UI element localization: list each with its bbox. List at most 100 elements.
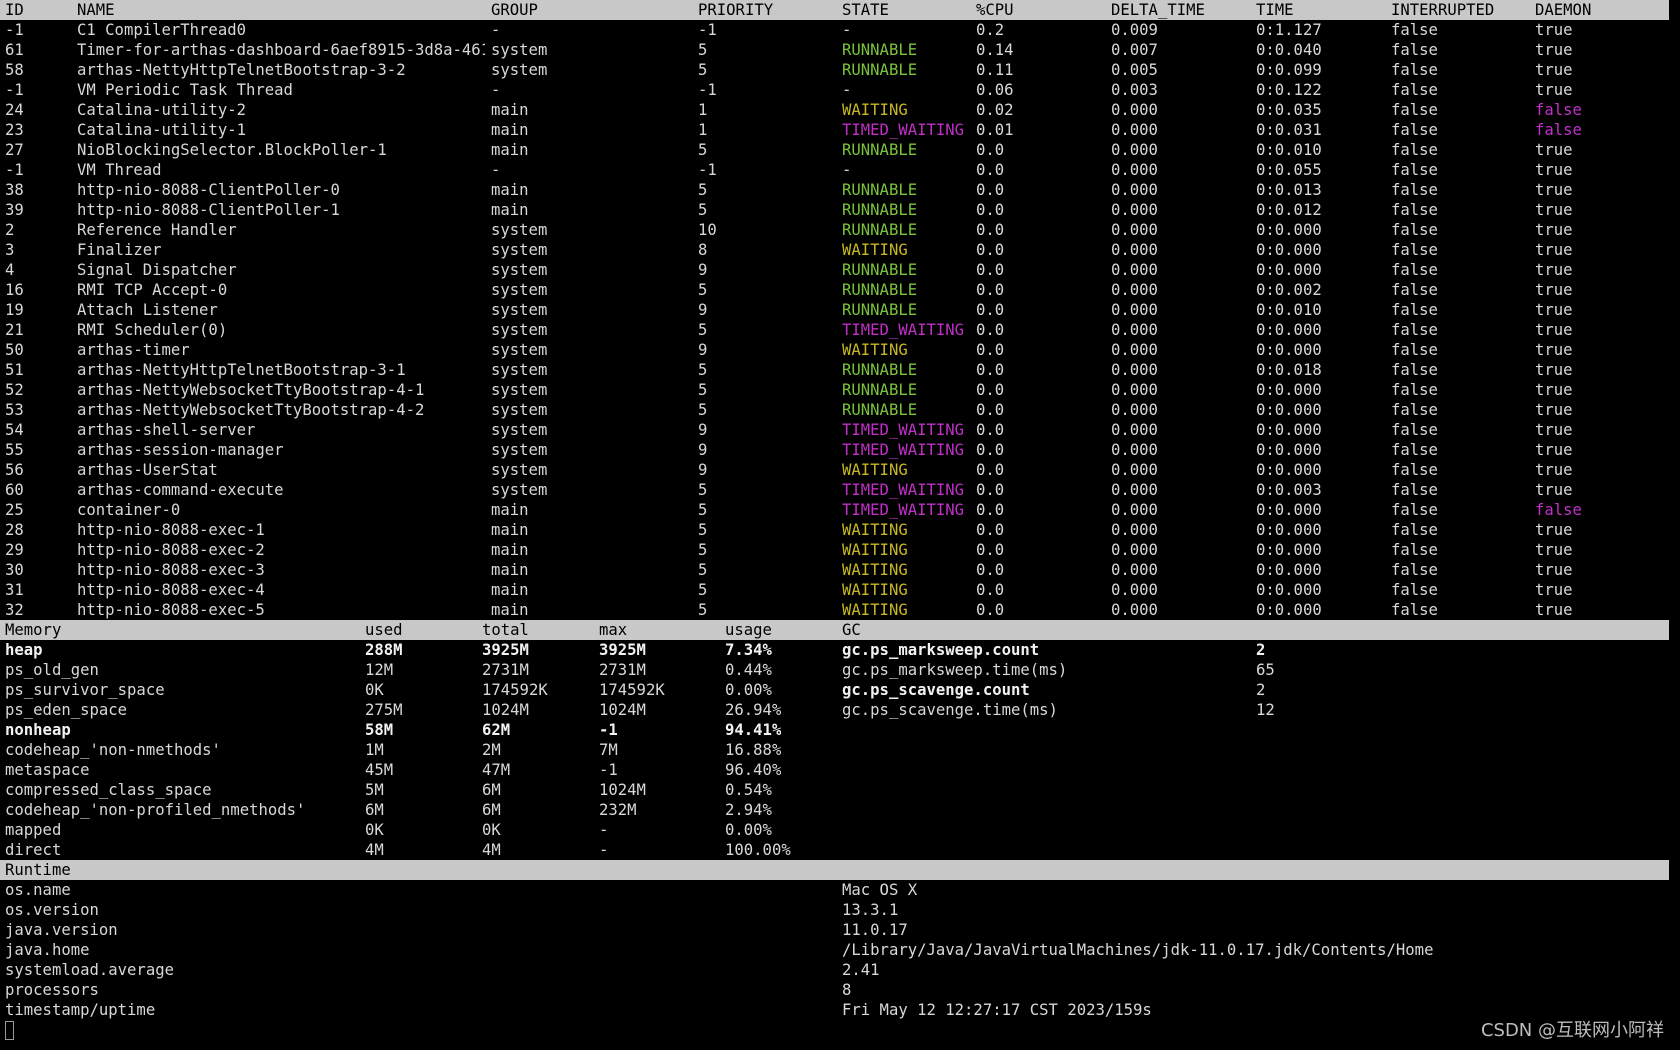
thread-daemon: true <box>1535 361 1573 379</box>
thread-interrupted: false <box>1391 461 1438 479</box>
thread-cpu: 0.06 <box>976 81 1014 99</box>
thread-interrupted: false <box>1391 321 1438 339</box>
thread-group: system <box>491 281 548 299</box>
runtime-header: Runtime <box>0 860 1669 880</box>
thread-row: 54 arthas-shell-server system 9 TIMED_WAITIN… <box>0 420 1680 440</box>
memory-used: 0K <box>365 681 384 699</box>
thread-priority: 5 <box>698 281 708 299</box>
thread-state: TIMED_WAITING <box>842 481 965 499</box>
thread-cpu: 0.02 <box>976 101 1014 119</box>
thread-name: Reference Handler <box>77 221 237 239</box>
thread-interrupted: false <box>1391 241 1438 259</box>
memory-total: 174592K <box>482 681 548 699</box>
thread-cpu: 0.0 <box>976 321 1005 339</box>
memory-name: compressed_class_space <box>5 781 212 799</box>
thread-name: Timer-for-arthas-dashboard-6aef8915-3d8a… <box>77 41 485 59</box>
thread-id: 29 <box>5 541 24 559</box>
thread-priority: 5 <box>698 521 708 539</box>
thread-id: 60 <box>5 481 24 499</box>
thread-priority: 5 <box>698 561 708 579</box>
thread-state: RUNNABLE <box>842 201 918 219</box>
thread-table-body: -1 C1 CompilerThread0- -1-0.2 0.009 0:1.127 f… <box>0 20 1680 620</box>
thread-daemon: true <box>1535 41 1573 59</box>
thread-delta-time: 0.000 <box>1111 521 1158 539</box>
runtime-row: os.version 13.3.1 <box>0 900 1680 920</box>
thread-header-time: TIME <box>1256 1 1294 19</box>
thread-delta-time: 0.000 <box>1111 381 1158 399</box>
thread-state: WAITING <box>842 581 908 599</box>
terminal-cursor[interactable] <box>5 1021 14 1040</box>
memory-gc-table: Memory used total max usage GC heap 288M 3925M 3… <box>0 620 1680 860</box>
thread-interrupted: false <box>1391 421 1438 439</box>
thread-group: main <box>491 501 529 519</box>
thread-row: 16 RMI TCP Accept-0 system 5 RUNNABLE 0.0 0.00… <box>0 280 1680 300</box>
thread-name: arthas-command-execute <box>77 481 284 499</box>
memory-row: ps_eden_space 275M 1024M 1024M 26.94% gc.ps_s… <box>0 700 1680 720</box>
thread-interrupted: false <box>1391 401 1438 419</box>
thread-daemon: true <box>1535 461 1573 479</box>
thread-row: -1 VM Thread - -1 - 0.0 0.000 0:0.055 false true <box>0 160 1680 180</box>
memory-total: 2731M <box>482 661 529 679</box>
runtime-value: Mac OS X <box>842 881 918 899</box>
thread-interrupted: false <box>1391 101 1438 119</box>
thread-id: 24 <box>5 101 24 119</box>
thread-cpu: 0.0 <box>976 581 1005 599</box>
thread-state: RUNNABLE <box>842 181 918 199</box>
thread-group: system <box>491 321 548 339</box>
thread-name: arthas-shell-server <box>77 421 256 439</box>
runtime-key: systemload.average <box>5 961 174 979</box>
thread-interrupted: false <box>1391 81 1438 99</box>
thread-name: NioBlockingSelector.BlockPoller-1 <box>77 141 387 159</box>
memory-total: 0K <box>482 821 501 839</box>
thread-group: system <box>491 221 548 239</box>
thread-group: system <box>491 421 548 439</box>
thread-state: RUNNABLE <box>842 61 918 79</box>
memory-total: 6M <box>482 801 501 819</box>
thread-id: 30 <box>5 561 24 579</box>
thread-delta-time: 0.007 <box>1111 41 1158 59</box>
thread-daemon: true <box>1535 61 1573 79</box>
thread-time: 0:0.040 <box>1256 41 1322 59</box>
memory-row: metaspace 45M 47M -1 96.40% <box>0 760 1680 780</box>
thread-id: 39 <box>5 201 24 219</box>
runtime-key: java.version <box>5 921 118 939</box>
thread-cpu: 0.2 <box>976 21 1005 39</box>
thread-delta-time: 0.000 <box>1111 501 1158 519</box>
thread-time: 0:0.000 <box>1256 441 1322 459</box>
memory-max: -1 <box>599 761 618 779</box>
memory-used: 0K <box>365 821 384 839</box>
thread-cpu: 0.0 <box>976 561 1005 579</box>
thread-delta-time: 0.000 <box>1111 601 1158 619</box>
thread-row: 28 http-nio-8088-exec-1 main 5 WAITING 0.0 0.0… <box>0 520 1680 540</box>
memory-total: 6M <box>482 781 501 799</box>
memory-max: -1 <box>599 721 618 739</box>
memory-total: 3925M <box>482 641 529 659</box>
thread-id: 52 <box>5 381 24 399</box>
thread-header-priority: PRIORITY <box>698 1 774 19</box>
thread-state: RUNNABLE <box>842 141 918 159</box>
thread-daemon: true <box>1535 141 1573 159</box>
thread-time: 0:0.000 <box>1256 341 1322 359</box>
thread-name: C1 CompilerThread0 <box>77 21 246 39</box>
thread-interrupted: false <box>1391 501 1438 519</box>
thread-delta-time: 0.000 <box>1111 221 1158 239</box>
thread-time: 0:0.012 <box>1256 201 1322 219</box>
thread-delta-time: 0.000 <box>1111 101 1158 119</box>
thread-delta-time: 0.000 <box>1111 301 1158 319</box>
gc-value: 2 <box>1256 641 1266 659</box>
thread-name: http-nio-8088-exec-4 <box>77 581 265 599</box>
thread-daemon: true <box>1535 281 1573 299</box>
thread-name: Finalizer <box>77 241 162 259</box>
thread-time: 0:0.000 <box>1256 581 1322 599</box>
thread-group: system <box>491 41 548 59</box>
thread-cpu: 0.0 <box>976 601 1005 619</box>
runtime-row: processors 8 <box>0 980 1680 1000</box>
memory-used: 45M <box>365 761 394 779</box>
thread-group: system <box>491 461 548 479</box>
thread-interrupted: false <box>1391 601 1438 619</box>
thread-delta-time: 0.000 <box>1111 361 1158 379</box>
thread-priority: 1 <box>698 101 708 119</box>
memory-name: ps_old_gen <box>5 661 99 679</box>
thread-group: main <box>491 601 529 619</box>
watermark: CSDN @互联网小阿祥 <box>1480 1020 1664 1041</box>
